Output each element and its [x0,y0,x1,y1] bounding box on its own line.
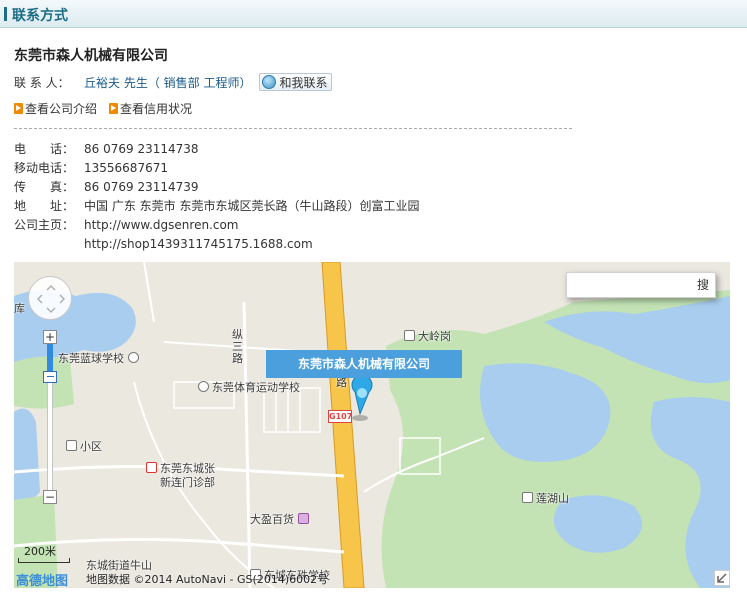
pan-arrows-icon [36,284,66,314]
map-label-sports-school: 东莞体育运动学校 [198,379,300,395]
address-value: 中国 广东 东莞市 东莞市东城区莞长路（牛山路段）创富工业园 [84,199,420,213]
school-poi-icon [198,381,209,392]
school-poi-icon [127,352,139,363]
homepage-link[interactable]: http://www.dgsenren.com [84,216,239,235]
street-label-lu: 路 [232,352,243,365]
scale-bar [18,558,70,563]
map-label-sports-school-text: 东莞体育运动学校 [212,381,300,394]
company-intro-link[interactable]: 查看公司介绍 [14,100,97,117]
company-name: 东莞市森人机械有限公司 [14,48,168,64]
map-label-basketball-school: 东莞蓝球学校 [58,350,142,366]
company-intro-label: 查看公司介绍 [25,102,98,116]
homepage-row-2: http://shop1439311745175.1688.com [14,235,419,254]
map-label-dayinghuo: 大盈百货 [250,511,312,527]
shopping-poi-icon [297,513,309,524]
panel-title: 联系方式 [12,8,68,24]
quick-links: 查看公司介绍 查看信用状况 [14,100,204,117]
header-accent-bar [4,7,7,21]
phone-value: 86 0769 23114738 [84,142,199,156]
fax-row: 传 真： 86 0769 23114739 [14,178,419,197]
expand-map-button[interactable] [714,570,730,586]
zoom-out-button[interactable]: − [43,490,57,504]
contact-info: 电 话： 86 0769 23114738 移动电话： 13556687671 … [14,140,419,254]
pan-control[interactable] [28,276,72,320]
shop-link[interactable]: http://shop1439311745175.1688.com [84,235,313,254]
map-search-box: 搜 [566,272,716,298]
zoom-slider-handle[interactable] [43,371,57,383]
clinic-poi-icon [146,462,157,473]
mobile-value: 13556687671 [84,161,168,175]
map-label-basketball-school-text: 东莞蓝球学校 [58,352,124,365]
phone-row: 电 话： 86 0769 23114738 [14,140,419,159]
arrow-bullet-icon [109,103,119,114]
map-label-dalinggang: 大岭岗 [404,328,451,344]
contact-label: 联 系 人： [14,75,70,90]
contact-me-button[interactable]: 和我联系 [259,73,333,91]
homepage-label-spacer [14,235,84,254]
map-view[interactable]: 库 东莞蓝球学校 东莞体育运动学校 小区 东莞东城张 新连门诊部 大盈百货 大岭… [14,262,730,588]
map-label-dalinggang-text: 大岭岗 [418,330,451,343]
map-copyright: 地图数据 ©2014 AutoNavi - GS(2014)6002号 [86,573,329,586]
phone-label: 电 话： [14,142,75,156]
arrow-bullet-icon [14,103,23,114]
scale-label: 200米 [24,545,56,558]
address-row: 地 址： 中国 广东 东莞市 东莞市东城区莞长路（牛山路段）创富工业园 [14,197,419,216]
map-label-lake-edge: 库 [14,302,25,315]
map-label-community-text: 小区 [80,440,102,453]
contact-name: 丘裕夫 先生（ 销售部 工程师） [84,75,252,90]
map-label-lianhushan-text: 莲湖山 [536,492,569,505]
contact-row: 联 系 人： 丘裕夫 先生（ 销售部 工程师） 和我联系 [14,73,333,91]
credit-status-link[interactable]: 查看信用状况 [109,100,192,117]
chat-icon [262,75,277,89]
credit-status-label: 查看信用状况 [120,102,193,116]
zoom-in-button[interactable]: + [43,330,57,344]
contact-me-label: 和我联系 [279,75,328,90]
map-base [14,262,730,588]
map-search-input[interactable] [567,273,691,297]
mobile-label: 移动电话： [14,161,75,175]
map-label-clinic-2: 新连门诊部 [160,476,215,489]
map-label-dayinghuo-text: 大盈百货 [250,513,294,526]
road-shield: G107 [328,410,353,423]
map-brand-logo: 高德地图 [16,574,69,588]
home-poi-icon [66,440,77,451]
map-label-community: 小区 [66,438,102,454]
mountain-poi-icon [522,492,533,503]
homepage-row: 公司主页： http://www.dgsenren.com [14,216,419,235]
fax-label: 传 真： [14,180,75,194]
company-map-callout[interactable]: 东莞市森人机械有限公司 [266,350,462,378]
fax-value: 86 0769 23114739 [84,180,199,194]
dashed-divider [14,128,572,129]
map-search-button[interactable]: 搜 [691,273,715,297]
expand-icon [717,573,727,583]
mountain-poi-icon [404,330,415,341]
panel-header: 联系方式 [0,0,747,28]
homepage-label: 公司主页： [14,218,75,232]
address-label: 地 址： [14,199,75,213]
map-label-lianhushan: 莲湖山 [522,490,569,506]
mobile-row: 移动电话： 13556687671 [14,159,419,178]
